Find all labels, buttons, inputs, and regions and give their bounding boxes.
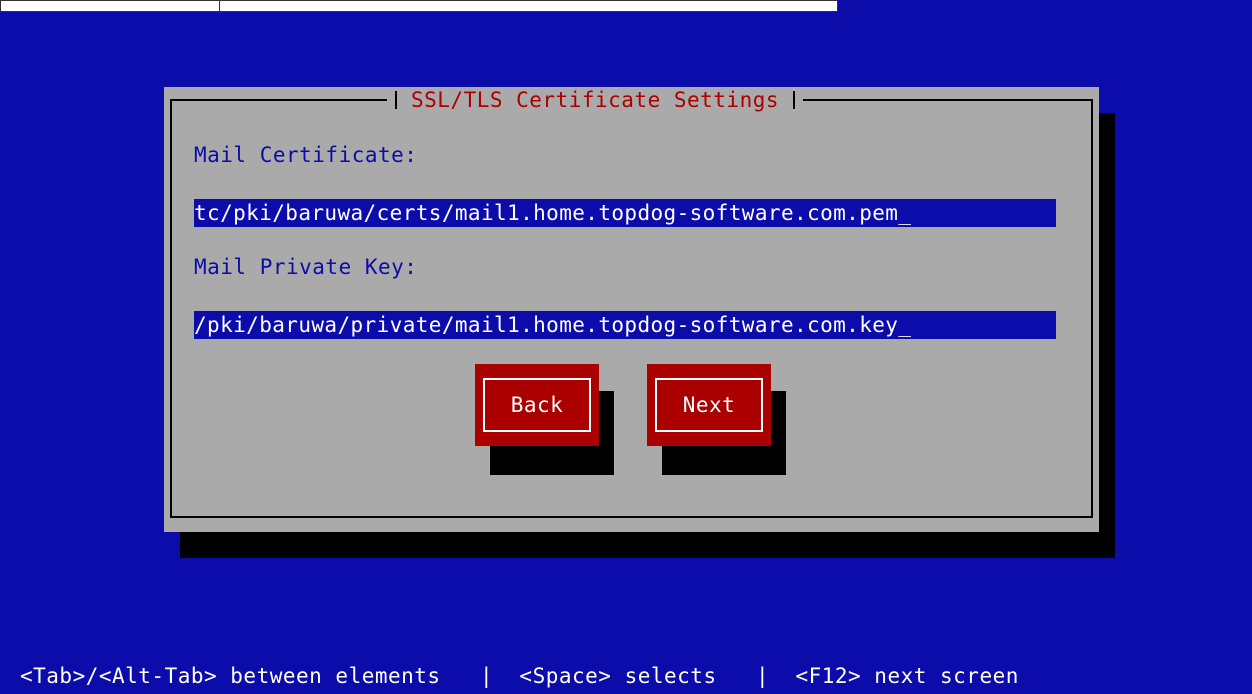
back-button[interactable]: Back xyxy=(475,364,599,446)
top-bar-divider xyxy=(219,1,220,13)
title-right-tick xyxy=(793,91,796,109)
mail-private-key-input[interactable]: /pki/baruwa/private/mail1.home.topdog-so… xyxy=(194,311,1056,339)
mail-private-key-label: Mail Private Key: xyxy=(194,255,418,279)
ssl-settings-dialog: SSL/TLS Certificate Settings Mail Certif… xyxy=(164,87,1099,532)
dialog-title-bar: SSL/TLS Certificate Settings xyxy=(387,87,804,113)
dialog-title: SSL/TLS Certificate Settings xyxy=(411,88,780,112)
help-status-bar: <Tab>/<Alt-Tab> between elements | <Spac… xyxy=(20,664,1019,688)
next-button[interactable]: Next xyxy=(647,364,771,446)
mail-certificate-label: Mail Certificate: xyxy=(194,143,418,167)
next-button-label: Next xyxy=(655,378,763,432)
top-bar xyxy=(0,0,838,13)
mail-certificate-input[interactable]: tc/pki/baruwa/certs/mail1.home.topdog-so… xyxy=(194,199,1056,227)
back-button-label: Back xyxy=(483,378,591,432)
